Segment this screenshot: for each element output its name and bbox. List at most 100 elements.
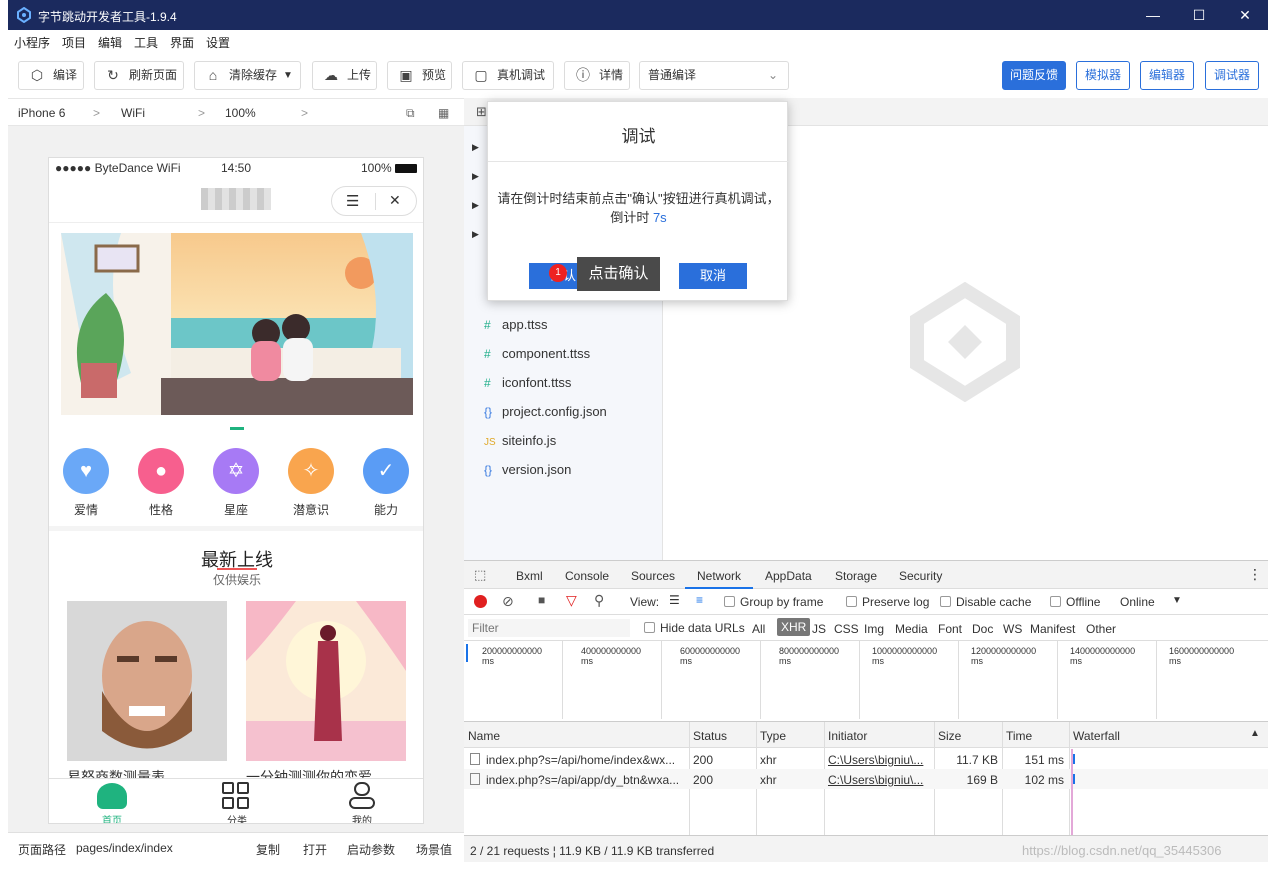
table-row[interactable]: index.php?s=/api/home/index&wx... 200 xh…	[464, 749, 1268, 769]
feedback-button[interactable]: 问题反馈	[1002, 61, 1066, 90]
group-by-frame-checkbox[interactable]: Group by frame	[724, 595, 823, 609]
menu-project[interactable]: 项目	[62, 34, 86, 51]
folder-expand-icon[interactable]: ▶	[472, 229, 479, 240]
tab-storage[interactable]: Storage	[835, 569, 877, 583]
menu-edit[interactable]: 编辑	[98, 34, 122, 51]
menu-settings[interactable]: 设置	[206, 34, 230, 51]
category-grid-icon[interactable]	[222, 782, 252, 810]
filter-manifest[interactable]: Manifest	[1030, 622, 1075, 636]
tab-security[interactable]: Security	[899, 569, 942, 583]
table-row[interactable]: index.php?s=/api/app/dy_btn&wxa... 200 x…	[464, 769, 1268, 789]
col-name[interactable]: Name	[468, 729, 500, 743]
sort-ascending-icon[interactable]: ▲	[1250, 728, 1260, 739]
menu-miniprogram[interactable]: 小程序	[14, 34, 50, 51]
remote-debug-button[interactable]: ▢ 真机调试	[462, 61, 554, 90]
tab-console[interactable]: Console	[565, 569, 609, 583]
category-ability-icon[interactable]: ✓	[363, 448, 409, 494]
preview-button[interactable]: ▣ 预览	[387, 61, 452, 90]
search-icon[interactable]: ⚲	[594, 592, 604, 609]
file-item[interactable]: # iconfont.ttss	[484, 375, 571, 390]
filter-media[interactable]: Media	[895, 622, 928, 636]
more-options-icon[interactable]: ⋮	[1248, 566, 1262, 583]
throttling-select[interactable]: Online	[1120, 595, 1155, 609]
filter-all[interactable]: All	[752, 622, 765, 636]
filter-input[interactable]	[468, 619, 630, 637]
clear-cache-button[interactable]: ⌂ 清除缓存 ▼	[194, 61, 301, 90]
home-icon[interactable]	[97, 783, 127, 809]
filter-img[interactable]: Img	[864, 622, 884, 636]
copy-window-icon[interactable]: ⧉	[406, 106, 415, 121]
profile-icon[interactable]	[347, 782, 377, 810]
hide-data-urls-checkbox[interactable]: Hide data URLs	[644, 621, 745, 635]
waterfall-view-icon[interactable]: ≡	[696, 593, 703, 607]
menu-icon[interactable]: ☰	[346, 192, 359, 210]
close-mini-icon[interactable]: ✕	[389, 192, 401, 209]
compile-mode-select[interactable]: 普通编译 ⌄	[639, 61, 789, 90]
record-icon[interactable]	[474, 595, 487, 608]
tab-mine[interactable]: 我的	[332, 812, 392, 823]
filter-ws[interactable]: WS	[1003, 622, 1022, 636]
col-initiator[interactable]: Initiator	[828, 729, 867, 743]
folder-expand-icon[interactable]: ▶	[472, 142, 479, 153]
col-type[interactable]: Type	[760, 729, 786, 743]
minimize-button[interactable]: —	[1138, 4, 1168, 26]
category-subconscious-icon[interactable]: ✧	[288, 448, 334, 494]
offline-checkbox[interactable]: Offline	[1050, 595, 1100, 609]
tab-appdata[interactable]: AppData	[765, 569, 812, 583]
scene-link[interactable]: 场景值	[416, 841, 452, 858]
filter-js[interactable]: JS	[812, 622, 826, 636]
details-button[interactable]: ⓘ 详情	[564, 61, 630, 90]
disable-cache-checkbox[interactable]: Disable cache	[940, 595, 1031, 609]
simulator-toggle[interactable]: 模拟器	[1076, 61, 1130, 90]
tab-network[interactable]: Network	[697, 569, 741, 583]
upload-button[interactable]: ☁ 上传	[312, 61, 377, 90]
network-select[interactable]: WiFi	[121, 106, 145, 120]
debugger-toggle[interactable]: 调试器	[1205, 61, 1259, 90]
file-item[interactable]: # component.ttss	[484, 346, 590, 361]
menu-tools[interactable]: 工具	[134, 34, 158, 51]
inspect-element-icon[interactable]: ⬚	[474, 567, 486, 583]
col-size[interactable]: Size	[938, 729, 961, 743]
file-item[interactable]: {} version.json	[484, 462, 571, 477]
list-view-icon[interactable]: ☰	[669, 593, 680, 607]
category-love-icon[interactable]: ♥	[63, 448, 109, 494]
preserve-log-checkbox[interactable]: Preserve log	[846, 595, 929, 609]
maximize-button[interactable]: ☐	[1184, 4, 1214, 26]
filter-other[interactable]: Other	[1086, 622, 1116, 636]
launch-params-link[interactable]: 启动参数	[347, 841, 395, 858]
col-time[interactable]: Time	[1006, 729, 1032, 743]
tab-bxml[interactable]: Bxml	[516, 569, 543, 583]
camera-icon[interactable]: ■	[538, 593, 545, 607]
card-couple-image[interactable]	[246, 601, 406, 761]
col-status[interactable]: Status	[693, 729, 727, 743]
file-item[interactable]: JS siteinfo.js	[484, 433, 556, 448]
editor-toggle[interactable]: 编辑器	[1140, 61, 1194, 90]
col-waterfall[interactable]: Waterfall	[1073, 729, 1120, 743]
filter-icon[interactable]: ▽	[566, 592, 577, 609]
compile-button[interactable]: ⬡ 编译	[18, 61, 84, 90]
menu-view[interactable]: 界面	[170, 34, 194, 51]
copy-path-link[interactable]: 复制	[256, 841, 280, 858]
file-item[interactable]: {} project.config.json	[484, 404, 607, 419]
throttling-dropdown-icon[interactable]: ▼	[1172, 595, 1182, 606]
folder-expand-icon[interactable]: ▶	[472, 171, 479, 182]
refresh-button[interactable]: ↻ 刷新页面	[94, 61, 184, 90]
close-button[interactable]: ✕	[1230, 4, 1260, 26]
filter-doc[interactable]: Doc	[972, 622, 993, 636]
card-angry-face-image[interactable]	[67, 601, 227, 761]
zoom-select[interactable]: 100%	[225, 106, 256, 120]
tab-category[interactable]: 分类	[207, 812, 267, 823]
open-path-link[interactable]: 打开	[303, 841, 327, 858]
grid-icon[interactable]: ▦	[438, 106, 449, 120]
request-initiator[interactable]: C:\Users\bigniu\...	[828, 753, 923, 767]
filter-css[interactable]: CSS	[834, 622, 859, 636]
request-initiator[interactable]: C:\Users\bigniu\...	[828, 773, 923, 787]
add-file-icon[interactable]: ⊞	[476, 104, 487, 120]
tab-sources[interactable]: Sources	[631, 569, 675, 583]
device-select[interactable]: iPhone 6	[18, 106, 65, 120]
category-zodiac-icon[interactable]: ✡	[213, 448, 259, 494]
filter-font[interactable]: Font	[938, 622, 962, 636]
cancel-button[interactable]: 取消	[679, 263, 747, 289]
tab-home[interactable]: 首页	[82, 812, 142, 823]
filter-xhr[interactable]: XHR	[777, 618, 811, 636]
